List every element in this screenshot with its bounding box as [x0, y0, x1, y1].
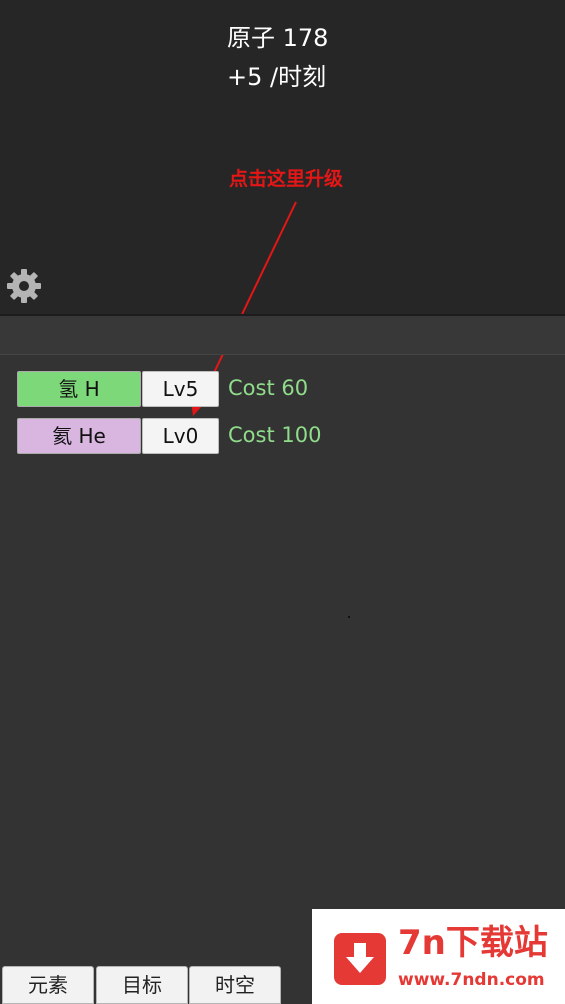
atoms-counter: 原子 178: [227, 24, 329, 52]
gear-icon[interactable]: [5, 267, 43, 305]
watermark-banner: 7n下载站 www.7ndn.com: [312, 909, 565, 1004]
cost-label-helium: Cost 100: [228, 423, 322, 447]
tab-goals[interactable]: 目标: [96, 966, 188, 1004]
upgrade-hint-annotation: 点击这里升级: [229, 168, 344, 190]
watermark-url: www.7ndn.com: [398, 970, 545, 990]
download-icon: [334, 933, 386, 985]
atoms-rate: +5 /时刻: [227, 63, 327, 91]
stray-dot: [348, 616, 350, 618]
level-button-hydrogen[interactable]: Lv5: [142, 371, 219, 407]
toolbar-strip: [0, 316, 565, 355]
tab-elements[interactable]: 元素: [2, 966, 94, 1004]
level-button-helium[interactable]: Lv0: [142, 418, 219, 454]
cost-label-hydrogen: Cost 60: [228, 376, 309, 400]
element-button-helium[interactable]: 氦 He: [17, 418, 141, 454]
element-button-hydrogen[interactable]: 氢 H: [17, 371, 141, 407]
watermark-title: 7n下载站: [398, 923, 548, 963]
tab-spacetime[interactable]: 时空: [189, 966, 281, 1004]
top-panel: 原子 178 +5 /时刻: [0, 0, 565, 314]
